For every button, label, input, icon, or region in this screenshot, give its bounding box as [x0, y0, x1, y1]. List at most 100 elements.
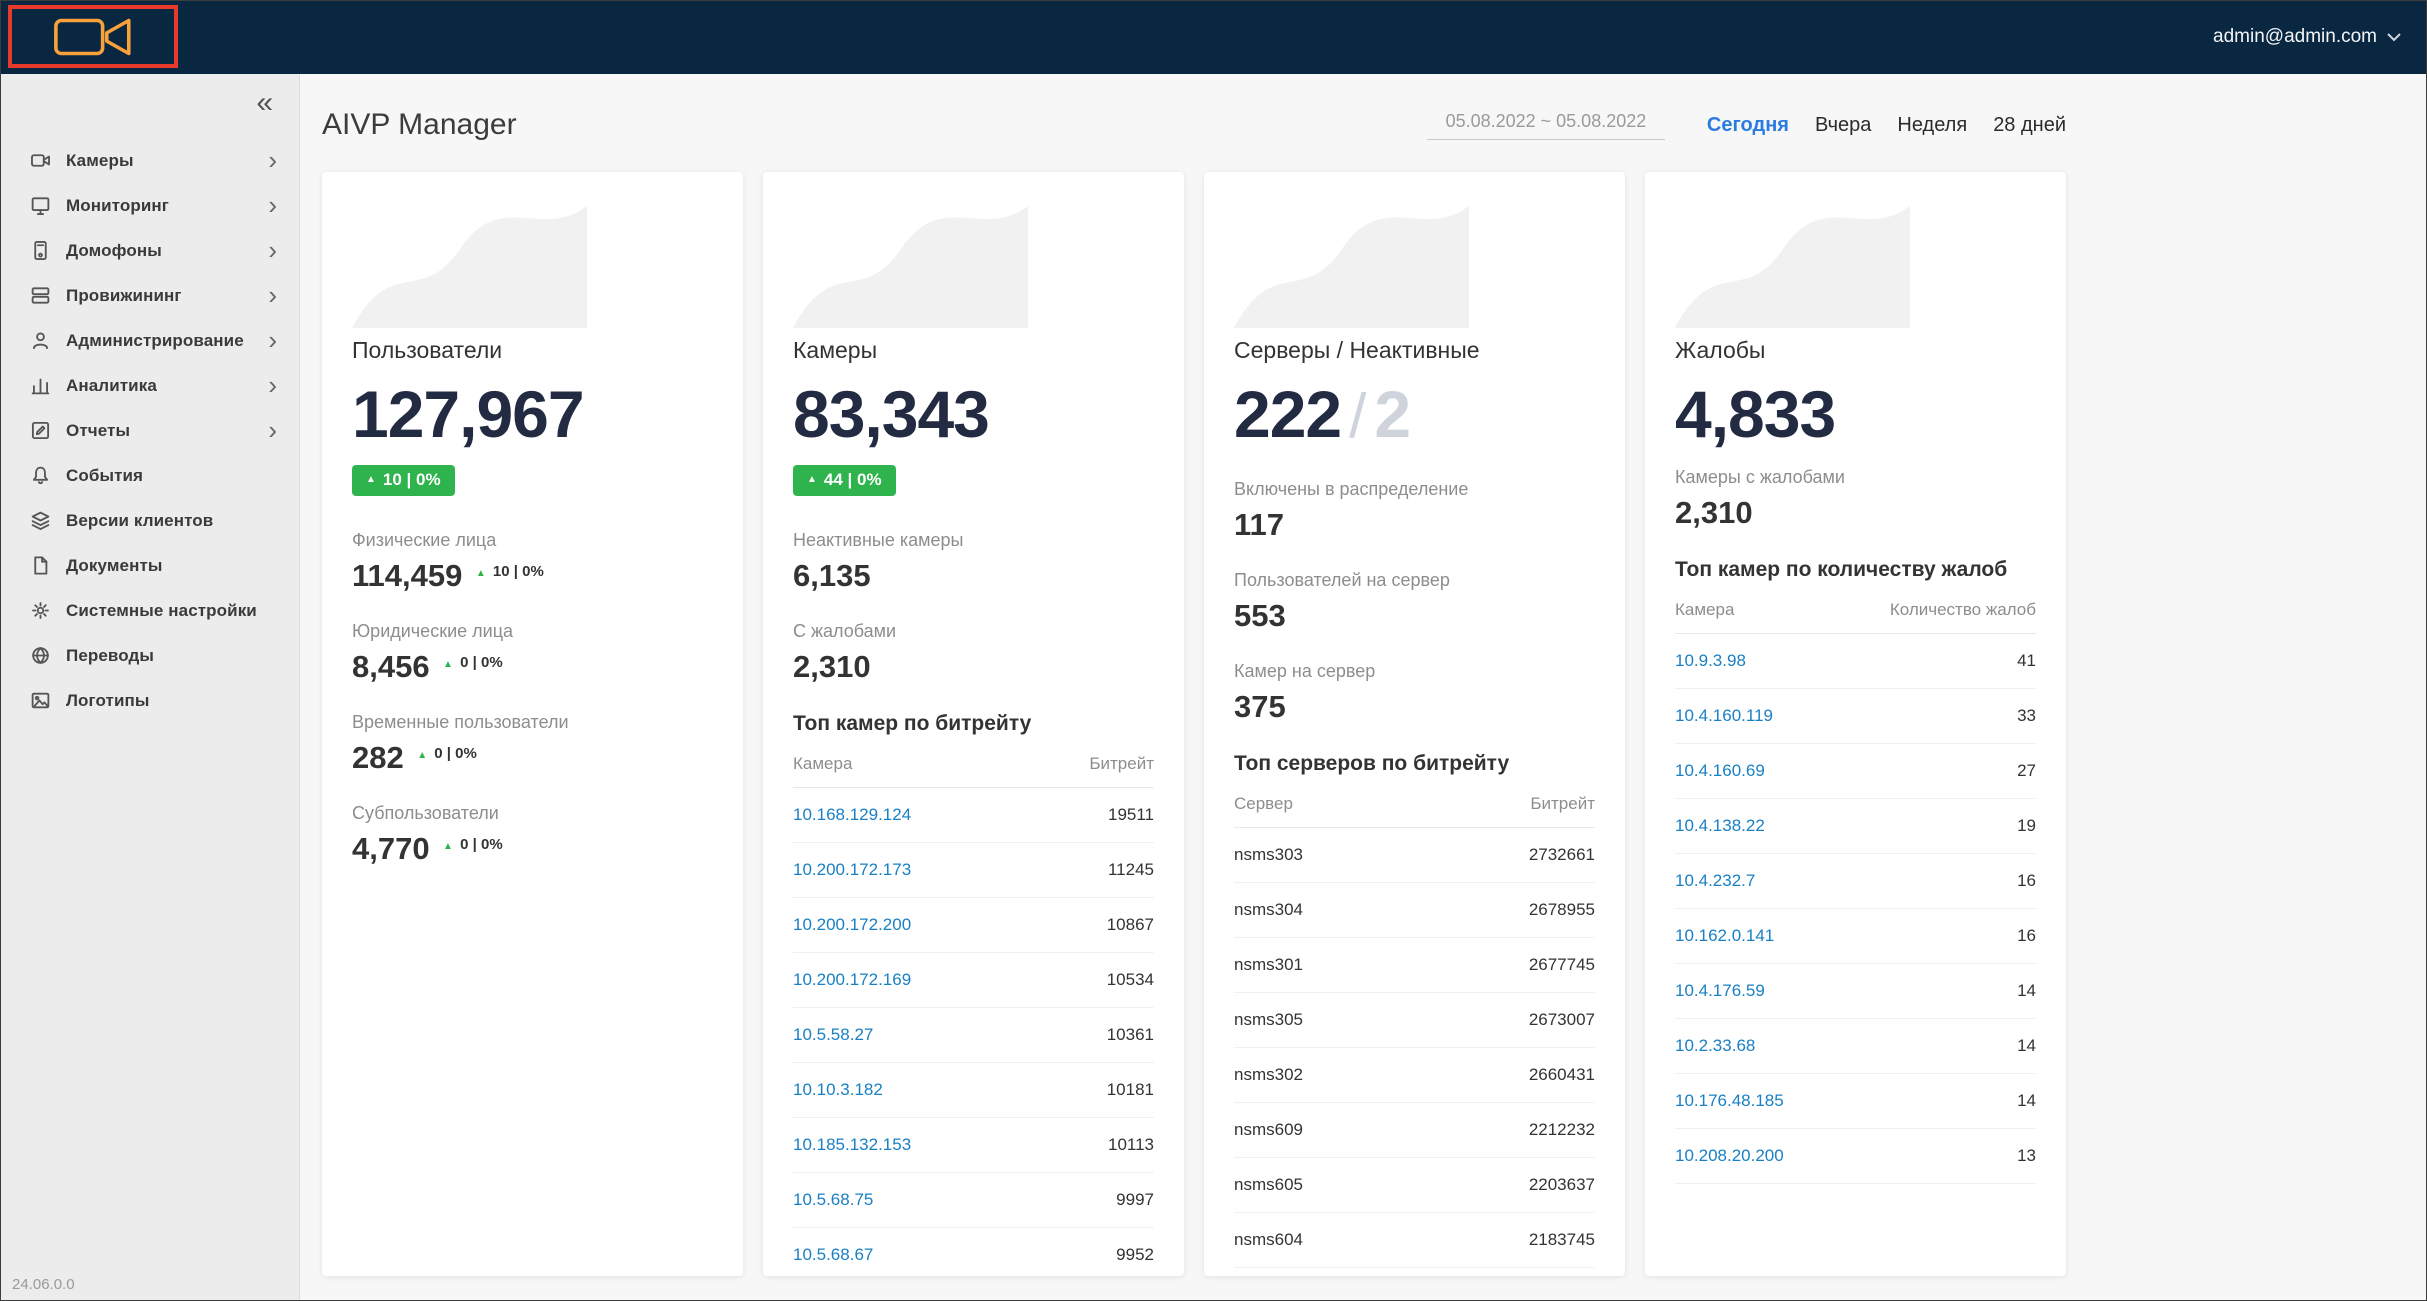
bitrate-value: 10113	[1108, 1135, 1154, 1155]
camera-ip-link[interactable]: 10.4.160.69	[1675, 761, 1765, 781]
chevron-right-icon: ›	[268, 240, 277, 261]
card-title: Пользователи	[352, 337, 713, 364]
stat-item: Пользователей на сервер 553	[1234, 570, 1595, 634]
card-wave-decoration	[352, 198, 587, 328]
sidebar-item-reports[interactable]: Отчеты ›	[0, 408, 299, 453]
camera-ip-link[interactable]: 10.5.68.75	[793, 1190, 873, 1210]
layers-icon	[30, 510, 51, 531]
card-wave-decoration	[1234, 198, 1469, 328]
complaints-count: 14	[2017, 981, 2036, 1001]
server-name: nsms303	[1234, 845, 1303, 865]
servers-bitrate-table: nsms303 2732661 nsms304 2678955 nsms301 …	[1234, 828, 1595, 1276]
logo-highlight-box[interactable]	[8, 5, 178, 68]
topbar: admin@admin.com	[0, 0, 2427, 74]
server-name: nsms604	[1234, 1230, 1303, 1250]
server-name: nsms302	[1234, 1065, 1303, 1085]
complaints-stats: Камеры с жалобами 2,310	[1675, 467, 2036, 531]
camera-ip-link[interactable]: 10.5.68.67	[793, 1245, 873, 1265]
sidebar-item-monitoring[interactable]: Мониторинг ›	[0, 183, 299, 228]
camera-ip-link[interactable]: 10.4.176.59	[1675, 981, 1765, 1001]
stat-delta: ▲ 0 | 0%	[443, 836, 503, 853]
cameras-card: Камеры 83,343 ▲ 44 | 0% Неактивные камер…	[763, 172, 1184, 1276]
table-row: 10.185.132.153 10113	[793, 1118, 1154, 1173]
sidebar-item-system-settings[interactable]: Системные настройки ›	[0, 588, 299, 633]
date-range-input[interactable]	[1427, 111, 1665, 140]
camera-ip-link[interactable]: 10.200.172.173	[793, 860, 911, 880]
complaints-count: 41	[2017, 651, 2036, 671]
up-arrow-icon: ▲	[443, 659, 453, 670]
stat-item: Камеры с жалобами 2,310	[1675, 467, 2036, 531]
account-menu[interactable]: admin@admin.com	[2213, 26, 2401, 48]
stat-delta: ▲ 0 | 0%	[417, 745, 477, 762]
tab-yesterday[interactable]: Вчера	[1815, 114, 1871, 137]
camera-ip-link[interactable]: 10.9.3.98	[1675, 651, 1746, 671]
sidebar-item-documents[interactable]: Документы ›	[0, 543, 299, 588]
card-wave-decoration	[1675, 198, 1910, 328]
camera-ip-link[interactable]: 10.200.172.200	[793, 915, 911, 935]
sidebar-item-translations[interactable]: Переводы ›	[0, 633, 299, 678]
camera-ip-link[interactable]: 10.5.58.27	[793, 1025, 873, 1045]
chevron-right-icon: ›	[268, 420, 277, 441]
camera-ip-link[interactable]: 10.185.132.153	[793, 1135, 911, 1155]
up-arrow-icon: ▲	[366, 475, 376, 485]
sidebar-item-provisioning[interactable]: Провижининг ›	[0, 273, 299, 318]
complaints-count: 16	[2017, 926, 2036, 946]
tab-week[interactable]: Неделя	[1897, 114, 1967, 137]
table-row: 10.200.172.169 10534	[793, 953, 1154, 1008]
camera-ip-link[interactable]: 10.208.20.200	[1675, 1146, 1784, 1166]
table-row: nsms304 2678955	[1234, 883, 1595, 938]
up-arrow-icon: ▲	[807, 475, 817, 485]
camera-ip-link[interactable]: 10.200.172.169	[793, 970, 911, 990]
table-row: nsms302 2660431	[1234, 1048, 1595, 1103]
bitrate-value: 10534	[1107, 970, 1154, 990]
camera-icon	[30, 150, 51, 171]
sidebar-item-analytics[interactable]: Аналитика ›	[0, 363, 299, 408]
table-title: Топ камер по количеству жалоб	[1675, 558, 2036, 582]
stat-item: Юридические лица 8,456 ▲ 0 | 0%	[352, 621, 713, 685]
complaints-count: 14	[2017, 1091, 2036, 1111]
camera-ip-link[interactable]: 10.176.48.185	[1675, 1091, 1784, 1111]
tab-today[interactable]: Сегодня	[1707, 114, 1789, 137]
image-icon	[30, 690, 51, 711]
stat-item: Неактивные камеры 6,135	[793, 530, 1154, 594]
users-card: Пользователи 127,967 ▲ 10 | 0% Физически…	[322, 172, 743, 1276]
stat-delta: ▲ 10 | 0%	[476, 563, 544, 580]
servers-total: 222/2	[1234, 380, 1595, 449]
camera-ip-link[interactable]: 10.4.160.119	[1675, 706, 1773, 726]
bitrate-value: 11245	[1108, 860, 1154, 880]
sidebar-item-cameras[interactable]: Камеры ›	[0, 138, 299, 183]
table-title: Топ серверов по битрейту	[1234, 752, 1595, 776]
stat-item: Временные пользователи 282 ▲ 0 | 0%	[352, 712, 713, 776]
sidebar-item-events[interactable]: События ›	[0, 453, 299, 498]
sidebar-item-intercoms[interactable]: Домофоны ›	[0, 228, 299, 273]
sidebar-collapse-button[interactable]: «	[0, 74, 299, 124]
sidebar-item-administration[interactable]: Администрирование ›	[0, 318, 299, 363]
chevron-right-icon: ›	[268, 330, 277, 351]
complaints-total: 4,833	[1675, 380, 2036, 449]
camera-ip-link[interactable]: 10.4.232.7	[1675, 871, 1755, 891]
bitrate-value: 2203637	[1529, 1175, 1595, 1195]
table-row: 10.2.33.68 14	[1675, 1019, 2036, 1074]
table-row: 10.168.129.124 19511	[793, 788, 1154, 843]
camera-ip-link[interactable]: 10.10.3.182	[793, 1080, 883, 1100]
table-row: 10.200.172.173 11245	[793, 843, 1154, 898]
bitrate-value: 2212232	[1529, 1120, 1595, 1140]
sidebar-item-logos[interactable]: Логотипы ›	[0, 678, 299, 723]
camera-ip-link[interactable]: 10.4.138.22	[1675, 816, 1765, 836]
card-wave-decoration	[793, 198, 1028, 328]
bitrate-value: 10181	[1107, 1080, 1154, 1100]
bitrate-value: 10361	[1107, 1025, 1154, 1045]
bitrate-value: 2678955	[1529, 900, 1595, 920]
complaints-count: 19	[2017, 816, 2036, 836]
camera-ip-link[interactable]: 10.2.33.68	[1675, 1036, 1755, 1056]
bitrate-value: 2183745	[1529, 1230, 1595, 1250]
tab-28-days[interactable]: 28 дней	[1993, 114, 2066, 137]
chevron-down-icon	[2387, 33, 2401, 42]
stat-item: Физические лица 114,459 ▲ 10 | 0%	[352, 530, 713, 594]
camera-ip-link[interactable]: 10.168.129.124	[793, 805, 911, 825]
camera-ip-link[interactable]: 10.162.0.141	[1675, 926, 1774, 946]
card-title: Камеры	[793, 337, 1154, 364]
stat-item: Камер на сервер 375	[1234, 661, 1595, 725]
dashboard-cards: Пользователи 127,967 ▲ 10 | 0% Физически…	[322, 172, 2066, 1276]
sidebar-item-client-versions[interactable]: Версии клиентов ›	[0, 498, 299, 543]
